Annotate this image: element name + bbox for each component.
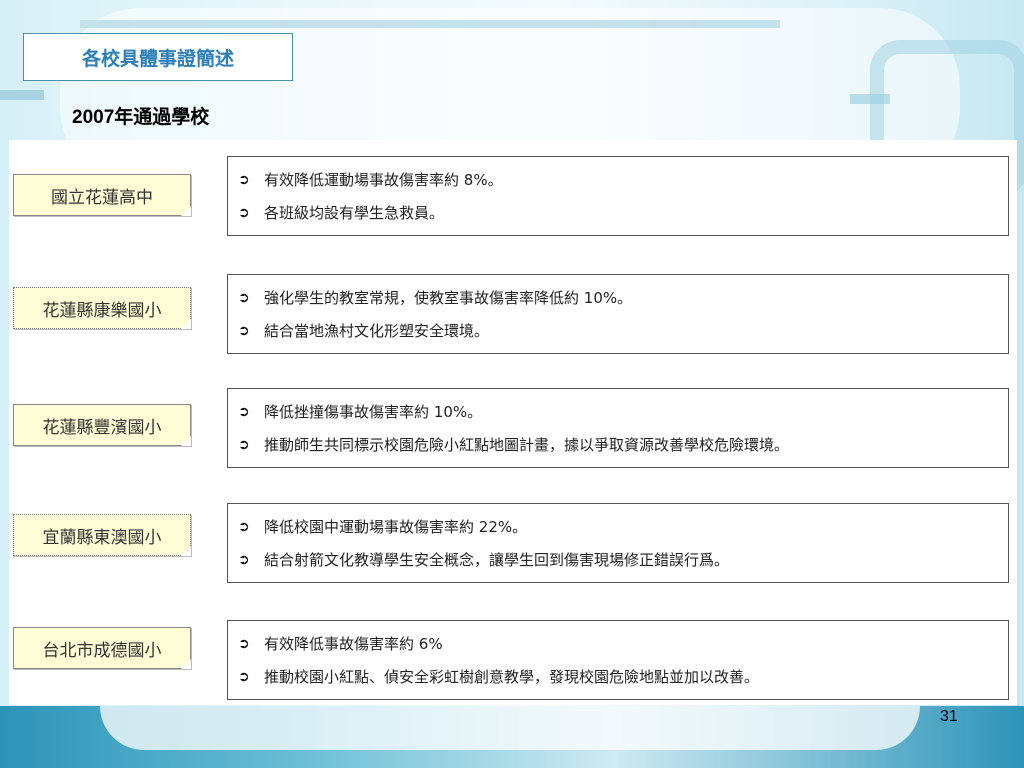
- point-text: 降低挫撞傷事故傷害率約 10%。: [264, 403, 483, 421]
- circled-arrow-right-icon: ➲: [238, 171, 250, 188]
- list-item: ➲ 有效降低運動場事故傷害率約 8%。: [238, 163, 998, 196]
- circled-arrow-right-icon: ➲: [238, 518, 250, 535]
- circled-arrow-right-icon: ➲: [238, 635, 250, 652]
- school-tag: 國立花蓮高中: [13, 174, 191, 216]
- circled-arrow-right-icon: ➲: [238, 289, 250, 306]
- list-item: ➲ 有效降低事故傷害率約 6%: [238, 627, 998, 660]
- background-footer-curve: [100, 706, 920, 750]
- school-description-box: ➲ 有效降低事故傷害率約 6% ➲ 推動校園小紅點、偵安全彩虹樹創意教學，發現校…: [227, 620, 1009, 700]
- point-text: 推動師生共同標示校園危險小紅點地圖計畫，據以爭取資源改善學校危險環境。: [264, 436, 790, 454]
- circled-arrow-right-icon: ➲: [238, 551, 250, 568]
- list-item: ➲ 結合射箭文化教導學生安全概念，讓學生回到傷害現場修正錯誤行爲。: [238, 543, 998, 576]
- school-name: 花蓮縣康樂國小: [42, 300, 162, 321]
- point-text: 有效降低運動場事故傷害率約 8%。: [264, 171, 503, 189]
- school-name: 宜蘭縣東澳國小: [42, 527, 162, 548]
- school-name: 國立花蓮高中: [51, 187, 153, 208]
- school-tag: 台北市成德國小: [13, 627, 191, 669]
- point-text: 結合射箭文化教導學生安全概念，讓學生回到傷害現場修正錯誤行爲。: [264, 551, 730, 569]
- slide-title: 各校具體事證簡述: [23, 33, 293, 81]
- circled-arrow-right-icon: ➲: [238, 668, 250, 685]
- background-bar: [0, 90, 44, 100]
- circled-arrow-right-icon: ➲: [238, 403, 250, 420]
- list-item: ➲ 推動師生共同標示校園危險小紅點地圖計畫，據以爭取資源改善學校危險環境。: [238, 428, 998, 461]
- content-panel: 國立花蓮高中 ➲ 有效降低運動場事故傷害率約 8%。 ➲ 各班級均設有學生急救員…: [9, 140, 1017, 705]
- circled-arrow-right-icon: ➲: [238, 204, 250, 221]
- point-text: 強化學生的教室常規，使教室事故傷害率降低約 10%。: [264, 289, 633, 307]
- school-description-box: ➲ 有效降低運動場事故傷害率約 8%。 ➲ 各班級均設有學生急救員。: [227, 156, 1009, 236]
- list-item: ➲ 結合當地漁村文化形塑安全環境。: [238, 314, 998, 347]
- list-item: ➲ 各班級均設有學生急救員。: [238, 196, 998, 229]
- point-text: 結合當地漁村文化形塑安全環境。: [264, 322, 490, 340]
- background-bar: [80, 20, 780, 28]
- school-name: 台北市成德國小: [42, 640, 162, 661]
- school-description-box: ➲ 強化學生的教室常規，使教室事故傷害率降低約 10%。 ➲ 結合當地漁村文化形…: [227, 274, 1009, 354]
- school-name: 花蓮縣豐濱國小: [42, 417, 162, 438]
- point-text: 推動校園小紅點、偵安全彩虹樹創意教學，發現校園危險地點並加以改善。: [264, 668, 760, 686]
- list-item: ➲ 推動校園小紅點、偵安全彩虹樹創意教學，發現校園危險地點並加以改善。: [238, 660, 998, 693]
- list-item: ➲ 強化學生的教室常規，使教室事故傷害率降低約 10%。: [238, 281, 998, 314]
- point-text: 各班級均設有學生急救員。: [264, 204, 445, 222]
- list-item: ➲ 降低挫撞傷事故傷害率約 10%。: [238, 395, 998, 428]
- school-tag: 宜蘭縣東澳國小: [13, 514, 191, 556]
- circled-arrow-right-icon: ➲: [238, 322, 250, 339]
- school-description-box: ➲ 降低校園中運動場事故傷害率約 22%。 ➲ 結合射箭文化教導學生安全概念，讓…: [227, 503, 1009, 583]
- school-description-box: ➲ 降低挫撞傷事故傷害率約 10%。 ➲ 推動師生共同標示校園危險小紅點地圖計畫…: [227, 388, 1009, 468]
- slide-subtitle: 2007年通過學校: [72, 107, 210, 128]
- list-item: ➲ 降低校園中運動場事故傷害率約 22%。: [238, 510, 998, 543]
- point-text: 降低校園中運動場事故傷害率約 22%。: [264, 518, 528, 536]
- school-tag: 花蓮縣康樂國小: [13, 287, 191, 329]
- page-number: 31: [940, 708, 958, 725]
- point-text: 有效降低事故傷害率約 6%: [264, 635, 443, 653]
- circled-arrow-right-icon: ➲: [238, 436, 250, 453]
- school-tag: 花蓮縣豐濱國小: [13, 404, 191, 446]
